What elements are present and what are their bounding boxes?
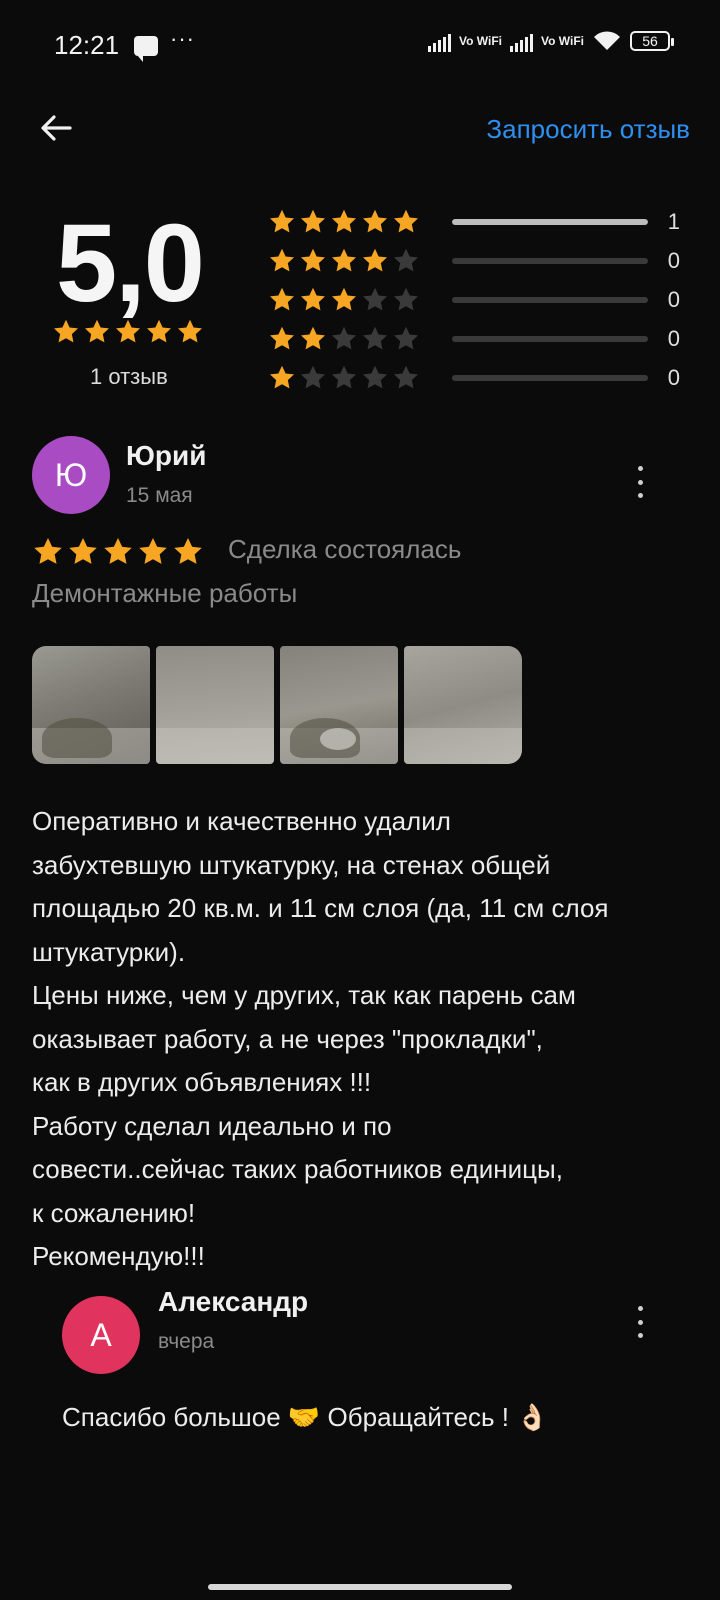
distribution-bar: [452, 257, 648, 264]
distribution-stars: [268, 286, 438, 314]
review-photo[interactable]: [32, 646, 150, 764]
review-photos: [32, 646, 522, 764]
star-filled-icon: [114, 318, 142, 346]
star-filled-icon: [299, 247, 327, 275]
reply-date: вчера: [158, 1330, 215, 1353]
status-bar: 12:21 ··· Vo WiFi Vo WiFi 56: [0, 0, 720, 90]
distribution-stars: [268, 364, 438, 392]
more-options-icon[interactable]: [630, 1302, 650, 1342]
star-filled-icon: [137, 536, 169, 568]
review-count: 1 отзыв: [90, 364, 168, 389]
star-filled-icon: [268, 208, 296, 236]
review-stars: [32, 536, 204, 568]
signal-icon: [510, 30, 533, 52]
star-filled-icon: [268, 247, 296, 275]
distribution-row: 0: [268, 358, 688, 397]
distribution-count: 0: [667, 247, 680, 273]
star-empty-icon: [330, 325, 358, 353]
reply-text: Спасибо большое 🤝 Обращайтесь ! 👌🏻: [62, 1402, 549, 1432]
star-filled-icon: [52, 318, 80, 346]
battery-icon: 56: [630, 31, 674, 51]
distribution-bar: [452, 374, 648, 381]
star-empty-icon: [392, 247, 420, 275]
review-photo[interactable]: [280, 646, 398, 764]
star-empty-icon: [392, 286, 420, 314]
rating-distribution: 1 0 0 0 0: [268, 202, 688, 397]
reply-author[interactable]: Александр: [158, 1286, 308, 1318]
distribution-bar: [452, 335, 648, 342]
distribution-bar: [452, 218, 648, 225]
star-filled-icon: [330, 208, 358, 236]
status-icons: Vo WiFi Vo WiFi 56: [428, 30, 674, 52]
distribution-count: 0: [667, 286, 680, 312]
more-options-icon[interactable]: [630, 462, 650, 502]
star-filled-icon: [361, 208, 389, 236]
distribution-count: 0: [667, 325, 680, 351]
star-filled-icon: [268, 286, 296, 314]
star-empty-icon: [392, 364, 420, 392]
distribution-stars: [268, 325, 438, 353]
star-empty-icon: [361, 286, 389, 314]
status-time: 12:21: [54, 30, 120, 60]
star-filled-icon: [145, 318, 173, 346]
avatar[interactable]: А: [62, 1296, 140, 1374]
star-filled-icon: [268, 325, 296, 353]
star-empty-icon: [330, 364, 358, 392]
distribution-count: 1: [667, 208, 680, 234]
star-filled-icon: [83, 318, 111, 346]
service-name: Демонтажные работы: [32, 578, 298, 608]
star-filled-icon: [299, 286, 327, 314]
distribution-stars: [268, 247, 438, 275]
home-indicator[interactable]: [208, 1584, 512, 1590]
review-photo[interactable]: [156, 646, 274, 764]
distribution-row: 0: [268, 280, 688, 319]
review-date: 15 мая: [126, 484, 193, 507]
star-filled-icon: [330, 286, 358, 314]
average-rating: 5,0: [56, 202, 205, 325]
star-filled-icon: [176, 318, 204, 346]
star-empty-icon: [361, 325, 389, 353]
star-filled-icon: [102, 536, 134, 568]
vowifi-icon: Vo WiFi: [459, 34, 502, 48]
distribution-count: 0: [667, 364, 680, 390]
review-text: Оперативно и качественно удалил забухтев…: [32, 806, 609, 1271]
more-dots-icon: ···: [170, 26, 195, 51]
signal-icon: [428, 30, 451, 52]
review-author[interactable]: Юрий: [126, 440, 206, 472]
deal-status: Сделка состоялась: [228, 534, 462, 564]
star-filled-icon: [330, 247, 358, 275]
star-filled-icon: [32, 536, 64, 568]
review-photo[interactable]: [404, 646, 522, 764]
star-filled-icon: [299, 325, 327, 353]
distribution-row: 0: [268, 319, 688, 358]
request-review-link[interactable]: Запросить отзыв: [486, 114, 690, 145]
star-empty-icon: [392, 325, 420, 353]
star-empty-icon: [299, 364, 327, 392]
star-filled-icon: [67, 536, 99, 568]
average-stars: [52, 318, 204, 346]
distribution-row: 0: [268, 241, 688, 280]
star-filled-icon: [268, 364, 296, 392]
vowifi-icon: Vo WiFi: [541, 34, 584, 48]
star-filled-icon: [172, 536, 204, 568]
distribution-row: 1: [268, 202, 688, 241]
star-empty-icon: [361, 364, 389, 392]
star-filled-icon: [392, 208, 420, 236]
distribution-bar: [452, 296, 648, 303]
wifi-icon: [594, 31, 620, 50]
star-filled-icon: [299, 208, 327, 236]
message-icon: [134, 36, 158, 62]
arrow-left-icon[interactable]: [36, 108, 76, 148]
avatar[interactable]: Ю: [32, 436, 110, 514]
star-filled-icon: [361, 247, 389, 275]
distribution-stars: [268, 208, 438, 236]
